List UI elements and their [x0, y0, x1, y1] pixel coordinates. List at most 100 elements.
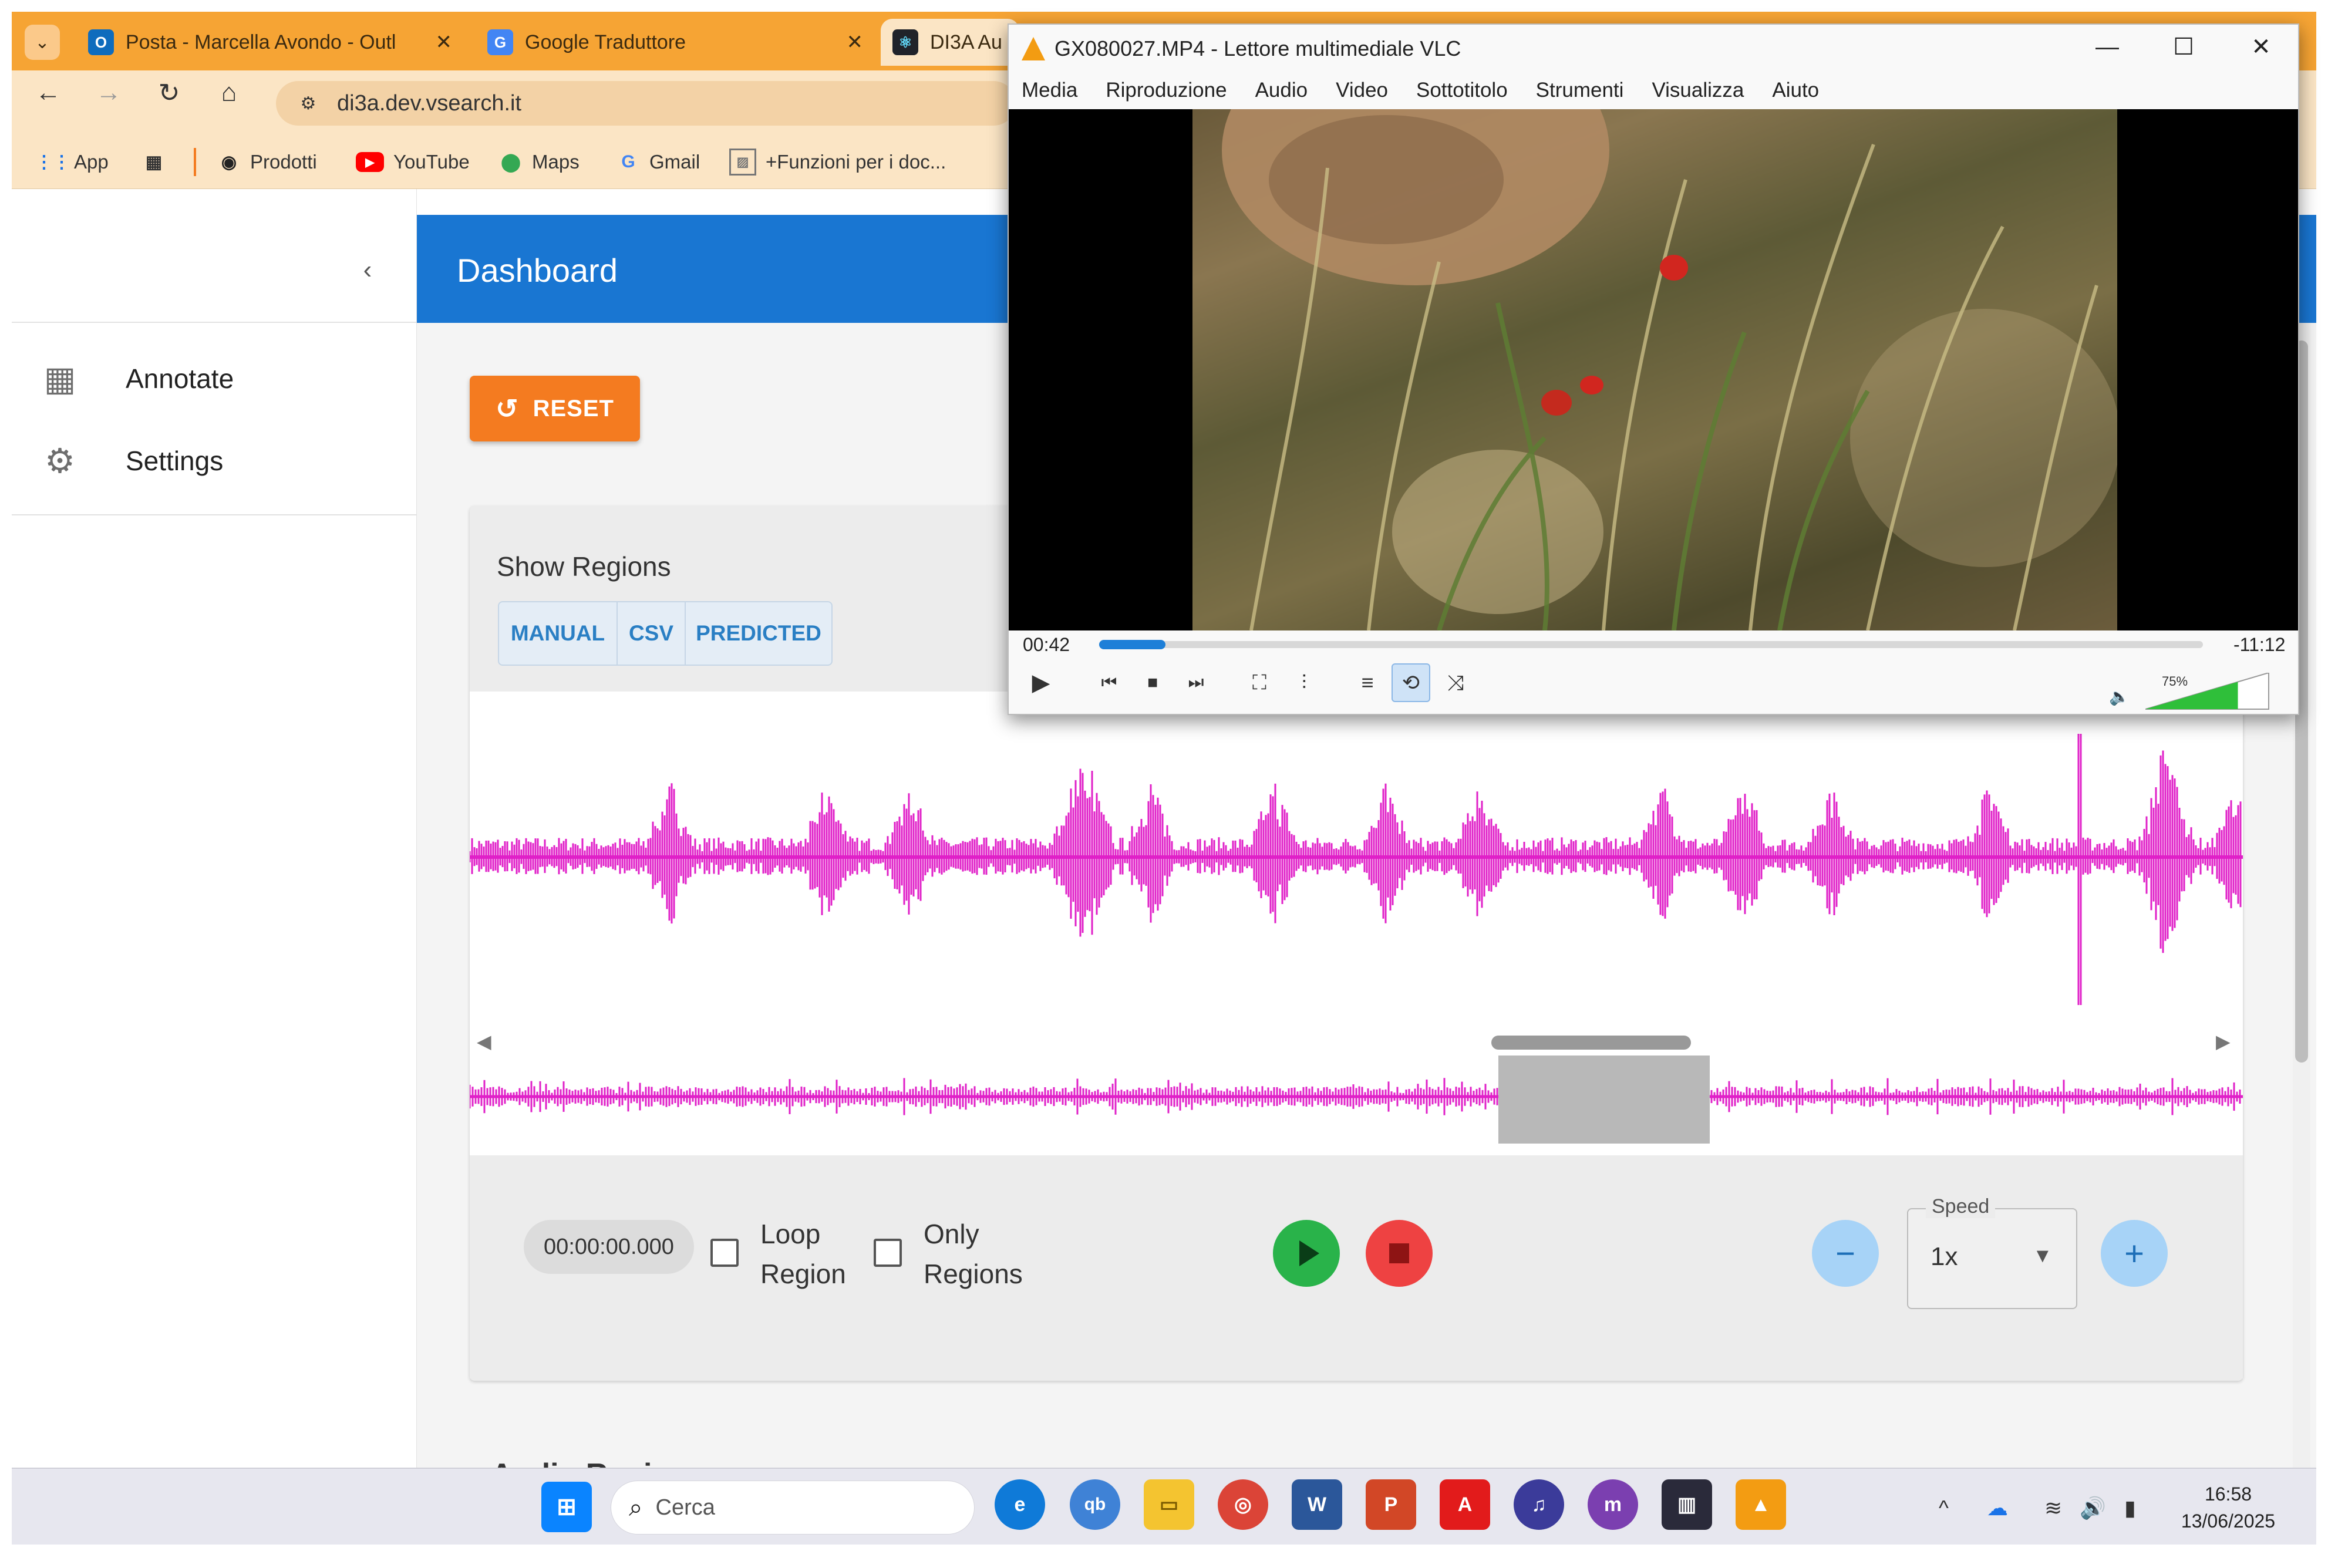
headphones-icon[interactable]: ♫: [1514, 1479, 1564, 1530]
tab-outlook[interactable]: O Posta - Marcella Avondo - Outl ✕: [88, 19, 464, 66]
vlc-seek-bar[interactable]: [1099, 641, 2203, 648]
vlc-shuffle-button[interactable]: ⤨: [1436, 663, 1475, 702]
region-predicted-button[interactable]: PREDICTED: [686, 601, 833, 666]
chrome-profile-icon[interactable]: m: [1588, 1479, 1638, 1530]
shuffle-icon: ⤨: [1447, 670, 1464, 694]
undo-icon: ↺: [496, 393, 519, 424]
vlc-play-button[interactable]: ▶: [1022, 663, 1060, 702]
menu-visualizza[interactable]: Visualizza: [1652, 79, 1744, 108]
speaker-icon[interactable]: 🔈: [2109, 687, 2130, 706]
menu-media[interactable]: Media: [1022, 79, 1077, 108]
speed-decrease-button[interactable]: −: [1812, 1220, 1879, 1287]
vlc-fullscreen-button[interactable]: ⛶: [1240, 663, 1279, 702]
battery-icon[interactable]: ▮: [2124, 1496, 2136, 1520]
vlc-taskbar-icon[interactable]: ▲: [1736, 1479, 1786, 1530]
gear-icon: ⚙: [45, 442, 75, 480]
vlc-playlist-button[interactable]: ≡: [1348, 663, 1387, 702]
forward-icon[interactable]: →: [91, 75, 126, 110]
word-icon[interactable]: W: [1292, 1479, 1342, 1530]
only-label-line1: Only: [924, 1219, 979, 1249]
menu-sottotitolo[interactable]: Sottotitolo: [1416, 79, 1508, 108]
back-icon[interactable]: ←: [31, 75, 66, 110]
clock-date: 13/06/2025: [2181, 1510, 2276, 1532]
speed-increase-button[interactable]: +: [2101, 1220, 2168, 1287]
tab-translate[interactable]: G Google Traduttore ✕: [487, 19, 875, 66]
skip-back-icon: ⏮: [1101, 673, 1117, 692]
tab-translate-label: Google Traduttore: [525, 31, 686, 53]
close-icon[interactable]: ✕: [424, 31, 464, 54]
tray-chevron-icon[interactable]: ^: [1939, 1496, 1949, 1520]
vlc-loop-button[interactable]: ⟲: [1392, 663, 1430, 702]
scroll-right-icon[interactable]: ▶: [2216, 1030, 2231, 1053]
bookmark-divider: [194, 148, 196, 176]
reset-button[interactable]: ↺ RESET: [470, 376, 640, 441]
tab-outlook-label: Posta - Marcella Avondo - Outl: [126, 31, 396, 53]
translate-icon: G: [487, 29, 513, 55]
sidebar-item-settings[interactable]: ⚙ Settings: [12, 426, 417, 496]
taskbar-search[interactable]: ⌕ Cerca: [611, 1481, 975, 1535]
address-bar[interactable]: ⚙ di3a.dev.vsearch.it: [276, 81, 1016, 126]
powerpoint-icon[interactable]: P: [1366, 1479, 1416, 1530]
tab-di3a[interactable]: ⚛ DI3A Au: [881, 19, 1019, 66]
minimize-icon[interactable]: —: [2087, 29, 2128, 65]
menu-strumenti[interactable]: Strumenti: [1536, 79, 1624, 108]
play-button[interactable]: [1273, 1220, 1340, 1287]
edge-icon[interactable]: e: [995, 1479, 1045, 1530]
menu-riproduzione[interactable]: Riproduzione: [1106, 79, 1227, 108]
scroll-left-icon[interactable]: ◀: [477, 1030, 491, 1053]
reset-label: RESET: [533, 395, 614, 421]
vlc-prev-button[interactable]: ⏮: [1090, 663, 1128, 702]
maximize-icon[interactable]: ☐: [2163, 29, 2204, 65]
loop-region-checkbox[interactable]: [710, 1239, 739, 1267]
tab-search-dropdown[interactable]: ⌄: [25, 25, 60, 60]
bookmark-app[interactable]: ⋮⋮ App: [35, 147, 109, 177]
vlc-next-button[interactable]: ⏭: [1177, 663, 1215, 702]
close-icon[interactable]: ✕: [835, 31, 875, 54]
minus-icon: −: [1835, 1234, 1855, 1273]
bookmark-gmail[interactable]: G Gmail: [616, 147, 700, 177]
waveform-scrollbar-thumb[interactable]: [1491, 1036, 1691, 1050]
taskbar-clock[interactable]: 16:58 13/06/2025: [2172, 1481, 2284, 1535]
skip-forward-icon: ⏭: [1188, 673, 1204, 692]
acrobat-icon[interactable]: A: [1440, 1479, 1490, 1530]
onedrive-icon[interactable]: ☁: [1987, 1496, 2008, 1520]
minimap-viewport[interactable]: [1498, 1056, 1710, 1144]
bookmark-maps[interactable]: ⬤ Maps: [499, 147, 580, 177]
caret-down-icon[interactable]: ▼: [2033, 1245, 2053, 1267]
menu-aiuto[interactable]: Aiuto: [1772, 79, 1819, 108]
chrome-icon[interactable]: ◎: [1218, 1479, 1268, 1530]
wifi-icon[interactable]: ≋: [2044, 1496, 2062, 1520]
bookmark-prodotti[interactable]: ◉ Prodotti: [217, 147, 317, 177]
loop-label-line1: Loop: [760, 1219, 821, 1249]
home-icon[interactable]: ⌂: [211, 75, 247, 110]
chevron-left-icon[interactable]: ‹: [350, 252, 385, 288]
bookmark-funzioni[interactable]: ▨ +Funzioni per i doc...: [729, 147, 946, 177]
stop-button[interactable]: [1366, 1220, 1433, 1287]
windows-start-icon[interactable]: ⊞: [541, 1482, 592, 1532]
vlc-stop-button[interactable]: ■: [1133, 663, 1172, 702]
volume-icon[interactable]: 🔊: [2080, 1496, 2106, 1520]
menu-video[interactable]: Video: [1336, 79, 1388, 108]
menu-audio[interactable]: Audio: [1255, 79, 1308, 108]
only-regions-checkbox[interactable]: [874, 1239, 902, 1267]
vlc-title-bar: GX080027.MP4 - Lettore multimediale VLC: [1022, 36, 1461, 61]
region-csv-button[interactable]: CSV: [618, 601, 686, 666]
vlc-volume-label: 75%: [2162, 674, 2188, 689]
sidebar-item-annotate[interactable]: ▦ Annotate: [12, 343, 417, 414]
sidebar-header-divider: [12, 322, 417, 323]
vlc-seek-progress: [1099, 640, 1165, 649]
loop-region-label: Loop Region: [760, 1214, 846, 1294]
site-info-icon[interactable]: ⚙: [294, 89, 323, 118]
close-icon[interactable]: ✕: [2241, 29, 2282, 65]
vlc-menu-bar: Media Riproduzione Audio Video Sottotito…: [1022, 79, 1847, 108]
reload-icon[interactable]: ↻: [151, 75, 187, 110]
qbittorrent-icon[interactable]: qb: [1070, 1479, 1120, 1530]
bookmark-youtube[interactable]: ▶ YouTube: [356, 147, 470, 177]
bookmark-grid[interactable]: ▦: [142, 147, 175, 177]
main-waveform: [470, 734, 2242, 1005]
region-manual-button[interactable]: MANUAL: [498, 601, 618, 666]
vlc-effects-button[interactable]: ⫶: [1285, 663, 1323, 702]
waveform-svg[interactable]: [470, 692, 2243, 1155]
file-explorer-icon[interactable]: ▭: [1144, 1479, 1194, 1530]
audio-editor-icon[interactable]: ▥: [1662, 1479, 1712, 1530]
